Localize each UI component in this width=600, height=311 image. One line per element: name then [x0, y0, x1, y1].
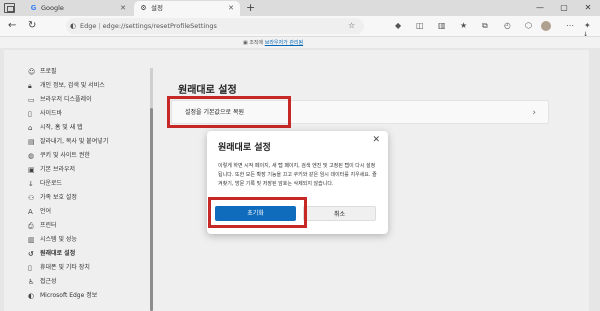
managed-prefix: 조직에 — [249, 40, 264, 46]
sidebar-item-default-browser[interactable]: ▣ 기본 브라우저 — [24, 163, 154, 177]
dialog-body: 이렇게 하면 시작 페이지, 새 탭 페이지, 검색 엔진 및 고정된 탭이 다… — [218, 163, 377, 187]
sidebar-item-clipboard[interactable]: ▤ 잘라내기, 복사 및 붙여넣기 — [24, 135, 154, 149]
google-icon: G — [30, 4, 37, 12]
sidebar-item-privacy[interactable]: 🔒︎ 개인 정보, 검색 및 서비스 — [24, 79, 154, 93]
maximize-icon[interactable]: ▢ — [552, 0, 576, 16]
highlight-box-reset-button — [208, 197, 307, 228]
sidebar-item-phone[interactable]: ▯ 휴대폰 및 기타 장치 — [24, 261, 154, 275]
window-controls: — ▢ ✕ — [528, 0, 600, 16]
refresh-icon[interactable]: ↻ — [28, 18, 36, 34]
sidebar-item-about[interactable]: ◐ Microsoft Edge 정보 — [24, 289, 154, 303]
minimize-icon[interactable]: — — [528, 0, 552, 16]
home-icon: ⌂ — [28, 124, 33, 132]
display-icon: ▭ — [28, 96, 35, 104]
sidebar-item-home[interactable]: ⌂ 시작, 홈 및 새 탭 — [24, 121, 154, 135]
tab-label: Google — [41, 4, 64, 12]
edge-icon: ◐ — [28, 292, 35, 300]
site-label: Edge — [80, 22, 97, 30]
chevron-right-icon: › — [532, 108, 536, 118]
more-menu-icon[interactable]: ⋯ — [566, 18, 574, 34]
lock-icon: 🔒︎ — [28, 82, 32, 90]
browser-icon: ▣ — [28, 166, 35, 174]
tab-google[interactable]: G Google ✕ — [24, 1, 132, 16]
sidebar-scrollbar-thumb[interactable] — [150, 108, 153, 311]
tab-settings[interactable]: ⚙ 설정 ✕ — [134, 1, 240, 16]
tab-label: 설정 — [151, 4, 163, 12]
history-icon[interactable]: ◴ — [504, 18, 511, 34]
sidebar-item-family[interactable]: ⚇ 가족 보호 설정 — [24, 191, 154, 205]
sidebar-item-system[interactable]: ▥ 시스템 및 성능 — [24, 233, 154, 247]
highlight-box-restore — [167, 96, 291, 128]
close-window-icon[interactable]: ✕ — [576, 0, 600, 16]
managed-bar: ▣ 조직에 브라우저가 관리됨 — [0, 36, 600, 48]
extension-icon[interactable]: ◆ — [395, 18, 401, 34]
managed-icon: ▣ — [243, 40, 248, 46]
sidebar-item-accessibility[interactable]: ♿︎ 접근성 — [24, 275, 154, 289]
sidebar-item-printers[interactable]: ⎙ 프린터 — [24, 219, 154, 233]
managed-message: ▣ 조직에 브라우저가 관리됨 — [243, 38, 303, 48]
address-bar[interactable]: ◐ Edge | edge://settings/resetProfileSetti… — [66, 18, 364, 34]
download-arrow-icon[interactable]: ↓ — [583, 31, 588, 38]
tab-strip: G Google ✕ ⚙ 설정 ✕ + — ▢ ✕ — [0, 0, 600, 16]
close-tab-icon[interactable]: ✕ — [228, 1, 234, 16]
shield-icon[interactable]: ⬡ — [525, 18, 532, 34]
reset-icon: ↺ — [28, 250, 34, 258]
edge-logo-icon: ◐ — [70, 22, 77, 30]
family-icon: ⚇ — [28, 194, 35, 202]
dialog-title: 원래대로 설정 — [218, 143, 271, 153]
sidebar-item-languages[interactable]: A 언어 — [24, 205, 154, 219]
collections-2-icon[interactable]: ⧉ — [482, 18, 488, 34]
favorite-star-icon[interactable]: ☆ — [348, 18, 355, 34]
sidebar-item-cookies[interactable]: ◍ 쿠키 및 사이트 권한 — [24, 149, 154, 163]
page-title: 원래대로 설정 — [178, 85, 237, 96]
url-text: edge://settings/resetProfileSettings — [102, 22, 217, 30]
managed-link[interactable]: 브라우저가 관리됨 — [265, 40, 303, 46]
toolbar: ← ↻ ◐ Edge | edge://settings/resetProfileS… — [0, 16, 600, 36]
cookie-icon: ◍ — [28, 152, 35, 160]
split-screen-icon[interactable]: ▥ — [438, 18, 446, 34]
favorites-icon[interactable]: ★ — [460, 18, 467, 34]
sidebar-item-sidebar[interactable]: ▯ 사이드바 — [24, 107, 154, 121]
close-icon[interactable]: ✕ — [372, 135, 380, 145]
close-tab-icon[interactable]: ✕ — [120, 1, 126, 16]
system-icon: ▥ — [28, 236, 35, 244]
phone-icon: ▯ — [28, 264, 32, 272]
accessibility-icon: ♿︎ — [28, 278, 35, 286]
new-tab-button[interactable]: + — [246, 0, 255, 16]
sidebar-item-downloads[interactable]: ↓ 다운로드 — [24, 177, 154, 191]
sidebar-item-profile[interactable]: ☺ 프로필 — [24, 65, 154, 79]
language-icon: A — [28, 208, 33, 216]
printer-icon: ⎙ — [28, 222, 34, 230]
profile-icon: ☺ — [28, 68, 36, 76]
sidebar-icon: ▯ — [28, 110, 32, 118]
sidebar-item-display[interactable]: ▭ 브라우저 디스플레이 — [24, 93, 154, 107]
cancel-button[interactable]: 취소 — [303, 206, 376, 221]
download-icon: ↓ — [28, 180, 34, 188]
clipboard-icon: ▤ — [28, 138, 35, 146]
collections-icon[interactable]: ◫ — [416, 18, 424, 34]
gear-icon: ⚙ — [140, 4, 147, 12]
back-icon[interactable]: ← — [8, 18, 16, 34]
sidebar-item-reset[interactable]: ↺ 원래대로 설정 — [24, 247, 154, 261]
avatar[interactable] — [541, 21, 551, 31]
window-menu-icon[interactable] — [4, 3, 15, 13]
